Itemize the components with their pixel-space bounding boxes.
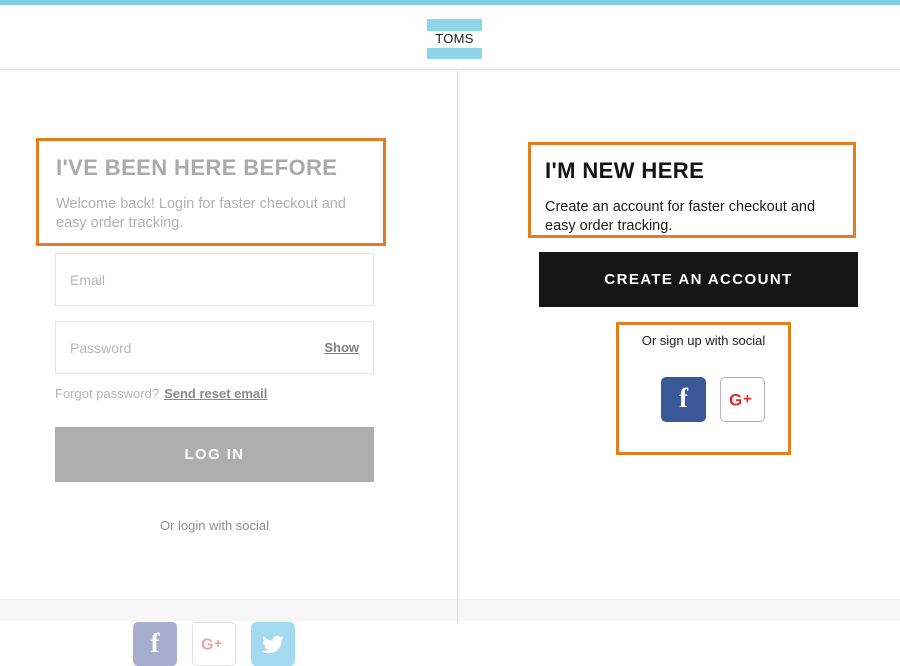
svg-text:+: + xyxy=(743,391,752,408)
twitter-login-button[interactable] xyxy=(251,622,295,666)
site-header: TOMS xyxy=(0,5,900,70)
signup-social-caption: Or sign up with social xyxy=(641,333,766,348)
password-placeholder: Password xyxy=(70,339,132,356)
google-plus-icon: G + xyxy=(201,635,222,654)
toms-logo[interactable]: TOMS xyxy=(427,19,482,59)
right-panel-title: I'M NEW HERE xyxy=(545,158,705,183)
log-in-button[interactable]: LOG IN xyxy=(55,427,374,482)
right-heading-highlight-box: I'M NEW HERE Create an account for faste… xyxy=(528,142,856,238)
send-reset-email-link[interactable]: Send reset email xyxy=(164,386,267,401)
logo-wordmark: TOMS xyxy=(435,30,474,46)
site-footer xyxy=(0,599,900,622)
create-an-account-button[interactable]: CREATE AN ACCOUNT xyxy=(539,252,858,307)
facebook-icon: f xyxy=(679,383,688,413)
google-plus-signup-button[interactable]: G + xyxy=(720,377,765,422)
forgot-password-row: Forgot password? Send reset email xyxy=(55,386,267,401)
returning-customer-panel: I'VE BEEN HERE BEFORE Welcome back! Logi… xyxy=(0,71,457,666)
footer-column-divider xyxy=(457,600,458,622)
left-panel-title: I'VE BEEN HERE BEFORE xyxy=(56,155,338,180)
right-panel-subtitle: Create an account for faster checkout an… xyxy=(545,199,816,234)
facebook-icon: f xyxy=(150,627,160,658)
facebook-login-button[interactable]: f xyxy=(133,622,177,666)
show-password-link[interactable]: Show xyxy=(324,340,359,355)
left-heading-highlight-box: I'VE BEEN HERE BEFORE Welcome back! Logi… xyxy=(36,138,386,246)
password-field[interactable]: Password Show xyxy=(55,321,374,374)
forgot-password-label: Forgot password? xyxy=(55,386,160,401)
logo-band: TOMS xyxy=(427,30,482,48)
main-content: I'VE BEEN HERE BEFORE Welcome back! Logi… xyxy=(0,71,900,666)
login-social-buttons: f G + xyxy=(133,622,295,666)
new-customer-panel: I'M NEW HERE Create an account for faste… xyxy=(458,71,900,599)
facebook-signup-button[interactable]: f xyxy=(661,377,706,422)
google-plus-icon: G + xyxy=(729,391,752,410)
signup-social-buttons: f G + xyxy=(661,377,765,422)
google-plus-login-button[interactable]: G + xyxy=(192,622,236,666)
svg-text:+: + xyxy=(214,635,222,651)
svg-text:G: G xyxy=(729,391,742,410)
login-social-caption: Or login with social xyxy=(159,518,270,533)
email-field[interactable]: Email xyxy=(55,253,374,306)
twitter-icon xyxy=(262,635,284,653)
svg-text:G: G xyxy=(201,637,213,654)
email-placeholder: Email xyxy=(70,271,106,288)
left-panel-subtitle: Welcome back! Login for faster checkout … xyxy=(56,196,346,231)
